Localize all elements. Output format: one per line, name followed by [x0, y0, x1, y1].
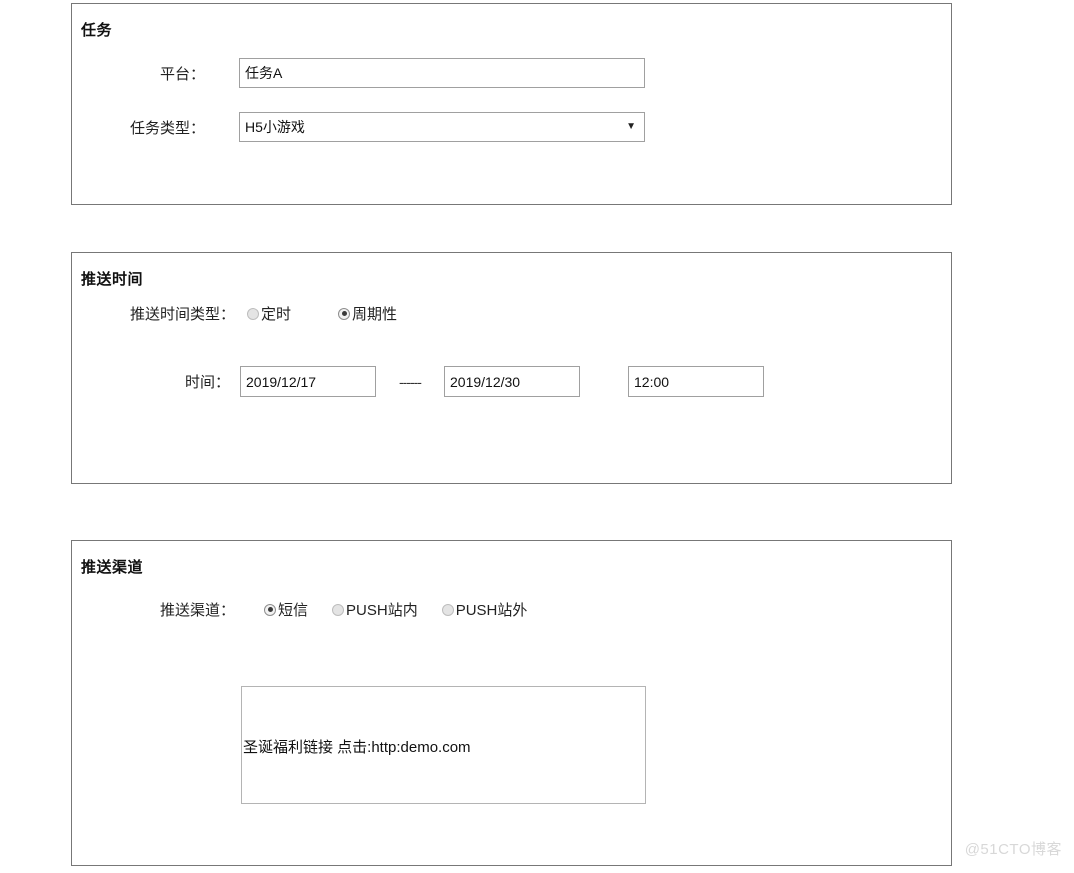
watermark: @51CTO博客	[964, 841, 1062, 858]
radio-icon-unchecked[interactable]	[332, 603, 345, 616]
message-textarea-value: 圣诞福利链接 点击:http:demo.com	[243, 739, 471, 756]
radio-icon-checked[interactable]	[264, 603, 276, 616]
push-time-type-row: 推送时间类型： 定时 周期性	[86, 303, 397, 324]
radio-sms[interactable]: 短信	[264, 599, 308, 620]
radio-push-external-label: PUSH站外	[455, 602, 528, 619]
task-type-label: 任务类型：	[129, 119, 205, 137]
push-channel-panel-title: 推送渠道	[81, 559, 144, 576]
radio-push-external[interactable]: PUSH站外	[441, 599, 528, 620]
radio-icon-checked[interactable]	[338, 307, 351, 320]
radio-sms-label: 短信	[278, 602, 309, 619]
task-type-select-value[interactable]	[239, 112, 645, 142]
radio-scheduled[interactable]: 定时	[247, 303, 291, 324]
task-panel: 任务	[71, 3, 952, 205]
push-time-type-label: 推送时间类型：	[129, 306, 235, 323]
task-type-field-row: 任务类型： ▼	[95, 112, 645, 142]
time-label: 时间：	[184, 374, 230, 391]
push-channel-radio-group: 短信 PUSH站内 PUSH站外	[235, 599, 527, 620]
radio-push-internal[interactable]: PUSH站内	[332, 599, 418, 620]
radio-scheduled-label: 定时	[261, 306, 292, 323]
platform-input[interactable]	[239, 58, 645, 88]
task-panel-title: 任务	[81, 22, 113, 39]
radio-icon-unchecked[interactable]	[441, 603, 454, 616]
start-date-input[interactable]	[240, 366, 376, 397]
radio-periodic-label: 周期性	[352, 306, 398, 323]
radio-icon-unchecked[interactable]	[247, 307, 259, 320]
push-channel-label: 推送渠道：	[159, 602, 235, 619]
push-channel-row: 推送渠道： 短信 PUSH站内 PUSH站外	[111, 599, 527, 620]
task-type-select[interactable]: ▼	[239, 112, 645, 142]
date-range-separator: ------	[399, 373, 422, 390]
push-time-type-radio-group: 定时 周期性	[235, 303, 397, 324]
end-date-input[interactable]	[444, 366, 580, 397]
platform-label: 平台：	[159, 65, 205, 83]
platform-field-row: 平台：	[95, 58, 645, 88]
time-range-row: 时间： ------	[166, 366, 764, 397]
time-of-day-input[interactable]	[628, 366, 764, 397]
radio-push-internal-label: PUSH站内	[346, 602, 418, 619]
radio-periodic[interactable]: 周期性	[338, 303, 397, 324]
push-time-panel-title: 推送时间	[81, 271, 144, 288]
